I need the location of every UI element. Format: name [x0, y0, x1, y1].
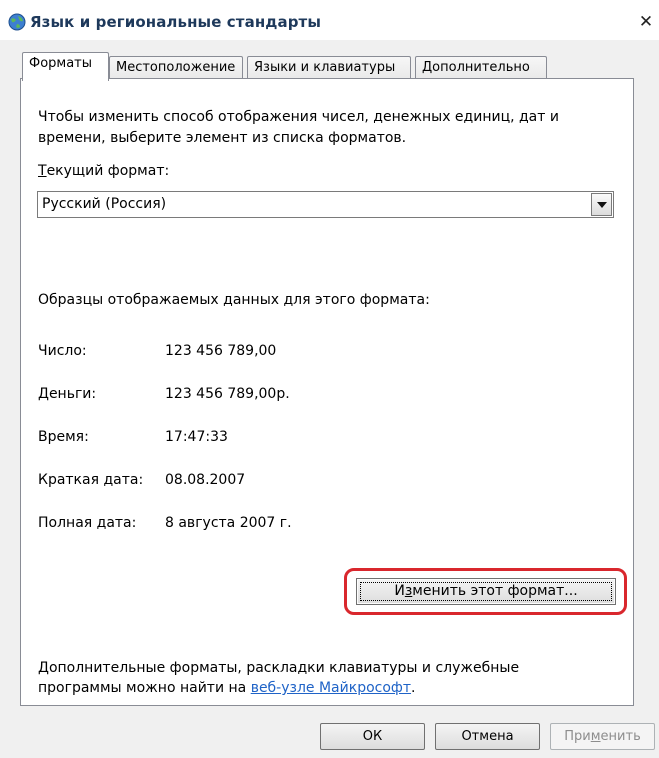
- sample-label-currency: Деньги:: [38, 386, 97, 402]
- globe-icon: [8, 13, 26, 31]
- current-format-select[interactable]: Русский (Россия): [37, 191, 614, 218]
- tab-location[interactable]: Местоположение: [109, 56, 243, 80]
- more-info-end: .: [411, 680, 416, 696]
- tab-advanced[interactable]: Дополнительно: [415, 56, 547, 80]
- more-info-line-1: Дополнительные форматы, раскладки клавиа…: [38, 660, 520, 676]
- dropdown-button[interactable]: [591, 193, 612, 216]
- sample-value-long-date: 8 августа 2007 г.: [165, 515, 292, 531]
- apply-label-pre: При: [564, 729, 591, 744]
- apply-button[interactable]: Применить: [550, 723, 655, 750]
- apply-label-post: енить: [600, 729, 641, 744]
- window-title: Язык и региональные стандарты: [30, 13, 322, 31]
- change-button-label-post: менить этот формат...: [412, 583, 578, 599]
- sample-value-short-date: 08.08.2007: [165, 472, 246, 488]
- sample-value-currency: 123 456 789,00р.: [165, 386, 290, 402]
- title-bar: Язык и региональные стандарты ✕: [0, 0, 659, 40]
- sample-value-time: 17:47:33: [165, 429, 228, 445]
- sample-label-short-date: Краткая дата:: [38, 472, 144, 488]
- tab-formats[interactable]: Форматы: [22, 52, 109, 81]
- change-format-button[interactable]: Изменить этот формат...: [356, 578, 616, 605]
- more-info-line-2: программы можно найти на: [38, 680, 251, 696]
- current-format-value: Русский (Россия): [42, 196, 167, 212]
- change-button-label-pre: И: [394, 583, 405, 599]
- current-format-accel: Т: [38, 163, 47, 179]
- more-info-text: Дополнительные форматы, раскладки клавиа…: [38, 658, 598, 698]
- microsoft-website-link[interactable]: веб-узле Майкрософт: [251, 680, 411, 696]
- intro-text: Чтобы изменить способ отображения чисел,…: [38, 109, 559, 146]
- apply-accel: м: [590, 729, 601, 744]
- tab-languages-keyboards[interactable]: Языки и клавиатуры: [247, 56, 411, 80]
- current-format-label: Текущий формат:: [38, 163, 169, 179]
- ok-button[interactable]: ОК: [320, 723, 425, 750]
- sample-label-long-date: Полная дата:: [38, 515, 137, 531]
- sample-label-number: Число:: [38, 343, 87, 359]
- current-format-label-rest: екущий формат:: [46, 163, 170, 179]
- sample-label-time: Время:: [38, 429, 89, 445]
- cancel-button[interactable]: Отмена: [435, 723, 540, 750]
- close-button[interactable]: ✕: [636, 12, 656, 32]
- sample-value-number: 123 456 789,00: [165, 343, 277, 359]
- chevron-down-icon: [597, 202, 607, 208]
- samples-heading: Образцы отображаемых данных для этого фо…: [38, 292, 430, 308]
